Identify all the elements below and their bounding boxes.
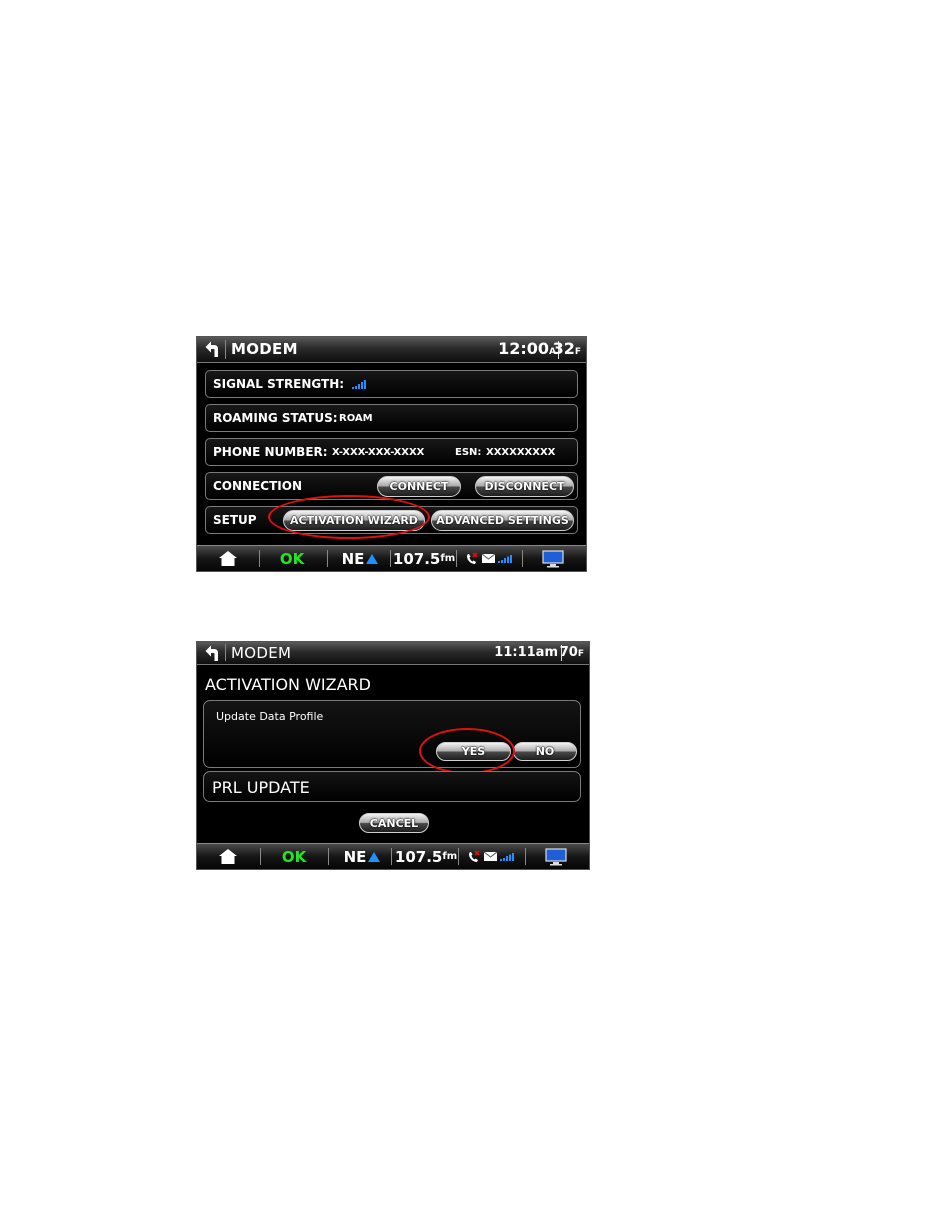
status-divider [458, 848, 459, 865]
compass-direction: NE [343, 847, 367, 866]
disconnect-button[interactable]: DISCONNECT [475, 476, 574, 497]
back-arrow-icon[interactable] [204, 644, 224, 663]
frequency-value: 107.5 [394, 847, 443, 866]
compass-direction: NE [341, 549, 365, 568]
phone-number-value: X-XXX-XXX-XXXX [332, 447, 425, 458]
signal-bars-icon [499, 852, 514, 861]
wizard-title: ACTIVATION WIZARD [205, 675, 371, 694]
status-divider [456, 550, 457, 567]
frequency-band: fm [442, 851, 458, 862]
north-arrow-icon [368, 851, 381, 862]
clock: 12:00A [498, 339, 556, 358]
connection-label: CONNECTION [213, 479, 302, 493]
monitor-icon [542, 549, 564, 567]
phone-number-label: PHONE NUMBER: [213, 445, 328, 459]
status-divider [391, 848, 392, 865]
connection-row: CONNECTION CONNECT DISCONNECT [205, 472, 578, 500]
update-data-profile-panel: Update Data Profile YES NO [203, 700, 581, 768]
back-arrow-icon[interactable] [204, 340, 224, 359]
status-divider [327, 550, 328, 567]
status-divider [390, 550, 391, 567]
activation-wizard-button[interactable]: ACTIVATION WIZARD [283, 510, 425, 531]
roaming-status-label: ROAMING STATUS: [213, 411, 338, 425]
status-ok: OK [279, 549, 305, 568]
frequency-value: 107.5 [392, 549, 441, 568]
display-button[interactable] [535, 546, 571, 571]
signal-strength-label: SIGNAL STRENGTH: [213, 377, 345, 391]
modem-screen-main: MODEM 12:00A 32F SIGNAL STRENGTH: ROAMIN… [196, 336, 587, 572]
clock: 11:11am [494, 645, 558, 660]
signal-strength-row: SIGNAL STRENGTH: [205, 370, 578, 398]
page-title: MODEM [231, 340, 298, 358]
yes-button[interactable]: YES [436, 742, 511, 761]
advanced-settings-button[interactable]: ADVANCED SETTINGS [431, 510, 574, 531]
temperature: 70F [559, 645, 584, 660]
roaming-status-row: ROAMING STATUS: ROAM [205, 404, 578, 432]
compass-heading: NE [337, 844, 387, 869]
status-divider [522, 550, 523, 567]
page-title: MODEM [231, 644, 292, 662]
title-separator [225, 340, 226, 359]
prl-update-panel[interactable]: PRL UPDATE [203, 771, 581, 802]
radio-frequency[interactable]: 107.5 fm [392, 546, 456, 571]
status-ok: OK [281, 847, 307, 866]
north-arrow-icon [366, 553, 379, 564]
monitor-icon [545, 847, 567, 865]
frequency-band: fm [440, 553, 456, 564]
title-separator [225, 644, 226, 661]
temperature: 32F [552, 339, 581, 358]
cancel-button[interactable]: CANCEL [359, 813, 429, 833]
notifications[interactable] [459, 546, 517, 571]
envelope-icon [483, 852, 497, 861]
missed-call-icon [468, 849, 480, 862]
phone-number-row: PHONE NUMBER: X-XXX-XXX-XXXX ESN: XXXXXX… [205, 438, 578, 466]
radio-frequency[interactable]: 107.5 fm [394, 844, 458, 869]
signal-bars-icon [352, 380, 366, 389]
setup-row: SETUP ACTIVATION WIZARD ADVANCED SETTING… [205, 506, 578, 534]
home-icon [219, 551, 237, 566]
no-button[interactable]: NO [513, 742, 577, 761]
status-bar: OK NE 107.5 fm [197, 545, 586, 571]
setup-label: SETUP [213, 513, 257, 527]
home-icon [219, 849, 237, 864]
esn-value: XXXXXXXXX [486, 447, 556, 458]
connect-button[interactable]: CONNECT [377, 476, 461, 497]
display-button[interactable] [538, 844, 574, 869]
home-button[interactable] [209, 844, 247, 869]
status-divider [525, 848, 526, 865]
envelope-icon [481, 554, 495, 563]
title-bar: MODEM 11:11am 70F [197, 642, 589, 665]
notifications[interactable] [461, 844, 519, 869]
home-button[interactable] [209, 546, 247, 571]
roaming-status-value: ROAM [339, 413, 373, 424]
signal-bars-icon [497, 554, 512, 563]
esn-label: ESN: [455, 447, 482, 458]
status-divider [328, 848, 329, 865]
status-divider [259, 550, 260, 567]
compass-heading: NE [335, 546, 385, 571]
missed-call-icon [466, 551, 478, 564]
title-bar: MODEM 12:00A 32F [197, 337, 586, 363]
prl-update-label: PRL UPDATE [212, 778, 310, 797]
update-data-profile-label: Update Data Profile [216, 710, 324, 723]
modem-screen-wizard: MODEM 11:11am 70F ACTIVATION WIZARD Upda… [196, 641, 590, 870]
status-divider [260, 848, 261, 865]
status-bar: OK NE 107.5 fm [197, 843, 589, 869]
